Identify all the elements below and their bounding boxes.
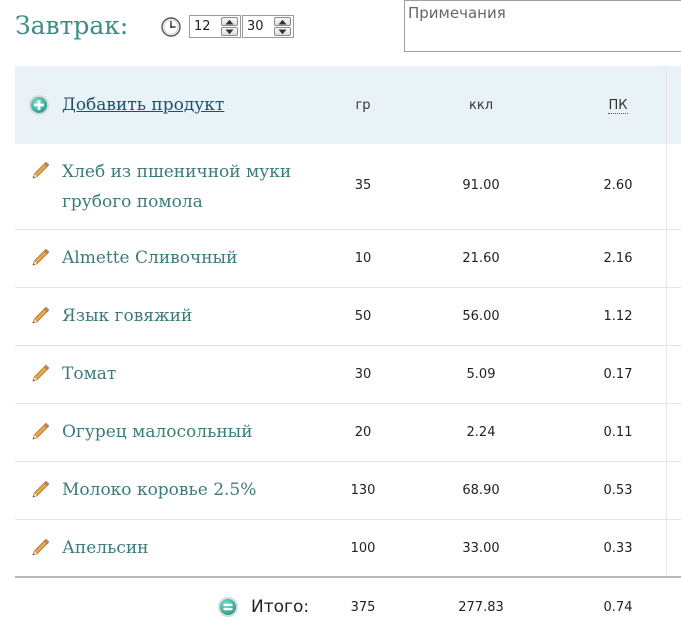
- product-pk: 0.33: [603, 541, 633, 556]
- product-kcal: 2.24: [466, 425, 496, 440]
- clock-icon: [161, 17, 181, 37]
- product-kcal: 56.00: [462, 309, 500, 324]
- hours-spinner: [189, 15, 241, 38]
- meal-page: Завтрак: 12 30 Примечания Добавить проду…: [0, 0, 681, 633]
- column-header-pk[interactable]: ПК: [588, 97, 648, 115]
- pencil-icon[interactable]: [29, 160, 51, 182]
- table-row: Almette Сливочный 10 21.60 2.16: [15, 230, 681, 288]
- product-grams: 50: [354, 309, 372, 324]
- product-name: Апельсин: [62, 538, 149, 558]
- meal-title: Завтрак:: [15, 11, 129, 40]
- product-name: Молоко коровье 2.5%: [62, 480, 257, 500]
- product-grams: 35: [354, 178, 372, 193]
- table-row: Огурец малосольный 20 2.24 0.11: [15, 404, 681, 462]
- plus-circle-icon[interactable]: [28, 94, 50, 116]
- arrow-down-icon: [225, 29, 234, 34]
- hours-down-button[interactable]: [221, 27, 238, 36]
- product-grams: 30: [354, 367, 372, 382]
- product-name: Almette Сливочный: [62, 248, 238, 268]
- product-pk: 1.12: [603, 309, 633, 324]
- product-grams: 100: [350, 541, 376, 556]
- table-row: Хлеб из пшеничной муки грубого помола 35…: [15, 144, 681, 230]
- minutes-input[interactable]: [243, 16, 275, 37]
- hours-up-button[interactable]: [221, 17, 238, 26]
- pencil-icon[interactable]: [29, 305, 51, 327]
- minutes-spin-buttons: [274, 17, 291, 36]
- product-kcal: 5.09: [466, 367, 496, 382]
- product-kcal: 21.60: [462, 251, 500, 266]
- minutes-down-button[interactable]: [274, 27, 291, 36]
- product-name: Язык говяжий: [62, 306, 193, 326]
- pencil-icon[interactable]: [29, 537, 51, 559]
- product-name: Томат: [62, 364, 117, 384]
- arrow-up-icon: [278, 19, 287, 24]
- pencil-icon[interactable]: [29, 247, 51, 269]
- minutes-spinner: [242, 15, 294, 38]
- product-grams: 20: [354, 425, 372, 440]
- products-table: Добавить продукт гр ккл ПК Хлеб из пшени…: [15, 66, 681, 633]
- arrow-down-icon: [278, 29, 287, 34]
- product-pk: 0.17: [603, 367, 633, 382]
- total-grams: 375: [350, 600, 376, 615]
- table-right-edge: [666, 66, 667, 576]
- hours-spin-buttons: [221, 17, 238, 36]
- pencil-icon[interactable]: [29, 363, 51, 385]
- add-product-link[interactable]: Добавить продукт: [62, 93, 224, 117]
- product-kcal: 68.90: [462, 483, 500, 498]
- minutes-up-button[interactable]: [274, 17, 291, 26]
- table-header: Добавить продукт гр ккл ПК: [15, 66, 681, 144]
- pencil-icon[interactable]: [29, 421, 51, 443]
- column-header-pk-label: ПК: [608, 98, 628, 114]
- product-grams: 130: [350, 483, 376, 498]
- table-body: Хлеб из пшеничной муки грубого помола 35…: [15, 144, 681, 578]
- product-pk: 2.60: [603, 178, 633, 193]
- product-kcal: 33.00: [462, 541, 500, 556]
- product-pk: 0.53: [603, 483, 633, 498]
- notes-textarea[interactable]: [404, 0, 681, 52]
- total-pk: 0.74: [603, 600, 633, 615]
- product-name: Хлеб из пшеничной муки грубого помола: [62, 162, 292, 212]
- pencil-icon[interactable]: [29, 479, 51, 501]
- totals-row: Итого: 375 277.83 0.74: [15, 578, 681, 633]
- table-row: Томат 30 5.09 0.17: [15, 346, 681, 404]
- column-header-grams: гр: [355, 98, 371, 113]
- equals-circle-icon: [218, 597, 238, 617]
- hours-input[interactable]: [190, 16, 222, 37]
- product-pk: 0.11: [603, 425, 633, 440]
- table-row: Апельсин 100 33.00 0.33: [15, 520, 681, 578]
- totals-label: Итого:: [251, 597, 310, 617]
- table-row: Молоко коровье 2.5% 130 68.90 0.53: [15, 462, 681, 520]
- product-kcal: 91.00: [462, 178, 500, 193]
- product-pk: 2.16: [603, 251, 633, 266]
- product-grams: 10: [354, 251, 372, 266]
- total-kcal: 277.83: [458, 600, 504, 615]
- product-name: Огурец малосольный: [62, 422, 253, 442]
- table-row: Язык говяжий 50 56.00 1.12: [15, 288, 681, 346]
- arrow-up-icon: [225, 19, 234, 24]
- column-header-kcal: ккл: [468, 98, 493, 113]
